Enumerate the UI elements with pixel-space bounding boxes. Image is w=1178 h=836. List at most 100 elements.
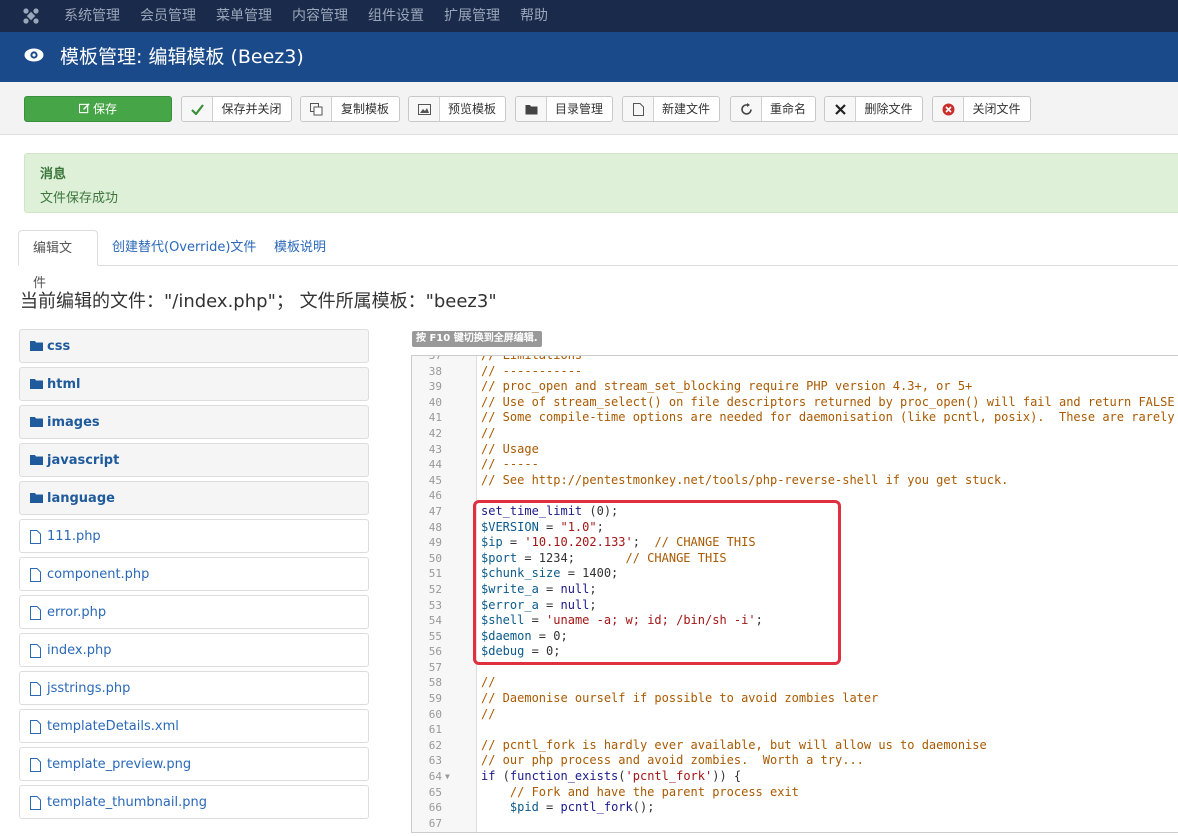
save-and-close-label: 保存并关闭 (221, 102, 282, 116)
line-number: 51 (428, 567, 442, 581)
rename-button[interactable]: 重命名 (730, 96, 816, 122)
tab-edit-file[interactable]: 编辑文件 (18, 230, 98, 291)
code-line: 58 // (412, 675, 1178, 691)
line-number: 55 (428, 629, 442, 643)
file-item[interactable]: 111.php (19, 519, 369, 553)
message-heading: 消息 (40, 167, 67, 182)
menu-item-components[interactable]: 组件设置 (368, 0, 424, 32)
save-and-close-button[interactable]: 保存并关闭 (181, 96, 292, 122)
menu-item-system[interactable]: 系统管理 (64, 0, 120, 32)
file-item[interactable]: error.php (19, 595, 369, 629)
file-name: template_thumbnail.png (47, 795, 207, 810)
code-text: // (481, 675, 496, 690)
copy-template-button[interactable]: 复制模板 (300, 96, 400, 122)
tab-template-description[interactable]: 模板说明 (260, 230, 340, 265)
message-body: 文件保存成功 (40, 191, 119, 206)
line-number: 45 (428, 473, 442, 487)
menu-item-help[interactable]: 帮助 (520, 0, 548, 32)
file-item[interactable]: template_thumbnail.png (19, 785, 369, 819)
file-name: error.php (47, 605, 107, 620)
file-name: index.php (47, 643, 112, 658)
new-file-label: 新建文件 (661, 102, 710, 116)
line-number: 60 (428, 707, 442, 721)
line-number: 52 (428, 582, 442, 596)
line-number: 61 (428, 723, 442, 737)
code-text: // ----- (481, 457, 539, 472)
code-line: 63 // our php process and avoid zombies. … (412, 753, 1178, 769)
file-name: 111.php (47, 529, 101, 544)
file-name: template_preview.png (47, 757, 192, 772)
folder-language[interactable]: language (19, 481, 369, 515)
file-item[interactable]: component.php (19, 557, 369, 591)
copy-template-label: 复制模板 (340, 102, 389, 116)
code-line: 62 // pcntl_fork is hardly ever available… (412, 738, 1178, 754)
line-number: 39 (428, 380, 442, 394)
line-number: 58 (428, 676, 442, 690)
code-line: 60 // (412, 707, 1178, 723)
file-icon (30, 720, 41, 734)
file-name: templateDetails.xml (47, 719, 179, 734)
code-line: 41 // Some compile-time options are neede… (412, 410, 1178, 426)
file-icon (30, 758, 41, 772)
code-line: 42 // (412, 426, 1178, 442)
preview-template-button[interactable]: 预览模板 (408, 96, 506, 122)
file-item[interactable]: index.php (19, 633, 369, 667)
code-text: $pid = pcntl_fork(); (509, 800, 655, 815)
folder-icon (30, 417, 43, 427)
tab-create-override[interactable]: 创建替代(Override)文件 (98, 230, 270, 265)
check-icon (190, 103, 204, 115)
menu-item-extensions[interactable]: 扩展管理 (444, 0, 500, 32)
folder-javascript[interactable]: javascript (19, 443, 369, 477)
code-text: // Limitations (481, 355, 583, 362)
new-file-button[interactable]: 新建文件 (622, 96, 720, 122)
fullscreen-hint: 按 F10 键切换到全屏编辑. (412, 331, 542, 347)
folder-icon (30, 341, 43, 351)
code-line: 39 // proc_open and stream_set_blocking r… (412, 379, 1178, 395)
code-line: 65 // Fork and have the parent process e… (412, 785, 1178, 801)
code-line: 40 // Use of stream_select() on file desc… (412, 395, 1178, 411)
fold-arrow-icon[interactable]: ▼ (445, 769, 450, 785)
folder-name: html (47, 377, 81, 392)
delete-file-button[interactable]: 删除文件 (824, 96, 923, 122)
code-text: // (481, 425, 496, 440)
code-line: 64 ▼ if (function_exists('pcntl_fork')) { (412, 769, 1178, 785)
line-number: 49 (428, 536, 442, 550)
folder-css[interactable]: css (19, 329, 369, 363)
line-number: 38 (428, 364, 442, 378)
folder-manager-button[interactable]: 目录管理 (515, 96, 613, 122)
folder-images[interactable]: images (19, 405, 369, 439)
menu-item-menus[interactable]: 菜单管理 (216, 0, 272, 32)
line-number: 59 (428, 692, 442, 706)
line-number: 48 (428, 520, 442, 534)
highlight-box (473, 500, 841, 665)
line-number: 57 (428, 660, 442, 674)
menu-item-users[interactable]: 会员管理 (140, 0, 196, 32)
file-item[interactable]: template_preview.png (19, 747, 369, 781)
refresh-icon (740, 102, 752, 115)
page-header: 模板管理: 编辑模板 (Beez3) (0, 32, 1178, 82)
line-number: 66 (428, 801, 442, 815)
file-item[interactable]: templateDetails.xml (19, 709, 369, 743)
code-text: // Fork and have the parent process exit (509, 784, 799, 799)
code-line: 44 // ----- (412, 457, 1178, 473)
tab-bar: 编辑文件 创建替代(Override)文件 模板说明 (18, 230, 1178, 291)
code-line: 43 // Usage (412, 442, 1178, 458)
delete-icon (834, 103, 846, 115)
main-menu: 系统管理 会员管理 菜单管理 内容管理 组件设置 扩展管理 帮助 (64, 0, 568, 32)
close-file-button[interactable]: 关闭文件 (932, 96, 1031, 122)
joomla-logo-icon[interactable] (22, 7, 40, 25)
folder-name: images (47, 415, 100, 430)
file-item[interactable]: jsstrings.php (19, 671, 369, 705)
code-line: 37 // Limitations (412, 355, 1178, 364)
menu-item-content[interactable]: 内容管理 (292, 0, 348, 32)
line-number: 53 (428, 598, 442, 612)
code-text: // our php process and avoid zombies. Wo… (481, 753, 864, 768)
code-text: // pcntl_fork is hardly ever available, … (481, 737, 987, 752)
rename-label: 重命名 (769, 102, 806, 116)
folder-html[interactable]: html (19, 367, 369, 401)
save-button[interactable]: 保存 (24, 96, 172, 122)
code-line: 66 $pid = pcntl_fork(); (412, 800, 1178, 816)
code-line: 59 // Daemonise ourself if possible to av… (412, 691, 1178, 707)
code-text: // Use of stream_select() on file descri… (481, 394, 1175, 409)
save-label: 保存 (92, 102, 117, 116)
